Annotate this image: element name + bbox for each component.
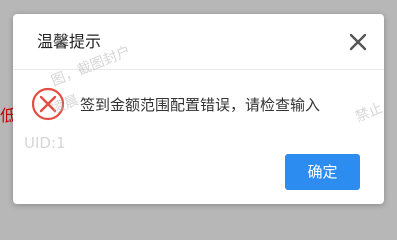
dialog-message: 签到金额范围配置错误，请检查输入 <box>80 96 321 114</box>
confirm-button[interactable]: 确定 <box>285 154 360 190</box>
dialog-header: 温馨提示 <box>13 14 384 70</box>
dialog-title: 温馨提示 <box>37 32 102 51</box>
error-circle-icon <box>31 87 65 121</box>
dialog: 温馨提示 签到金额范围配置错误，请检查输入 确定 <box>13 14 384 204</box>
dialog-body: 签到金额范围配置错误，请检查输入 <box>13 70 384 150</box>
close-button[interactable] <box>346 30 370 54</box>
close-icon <box>349 33 367 51</box>
